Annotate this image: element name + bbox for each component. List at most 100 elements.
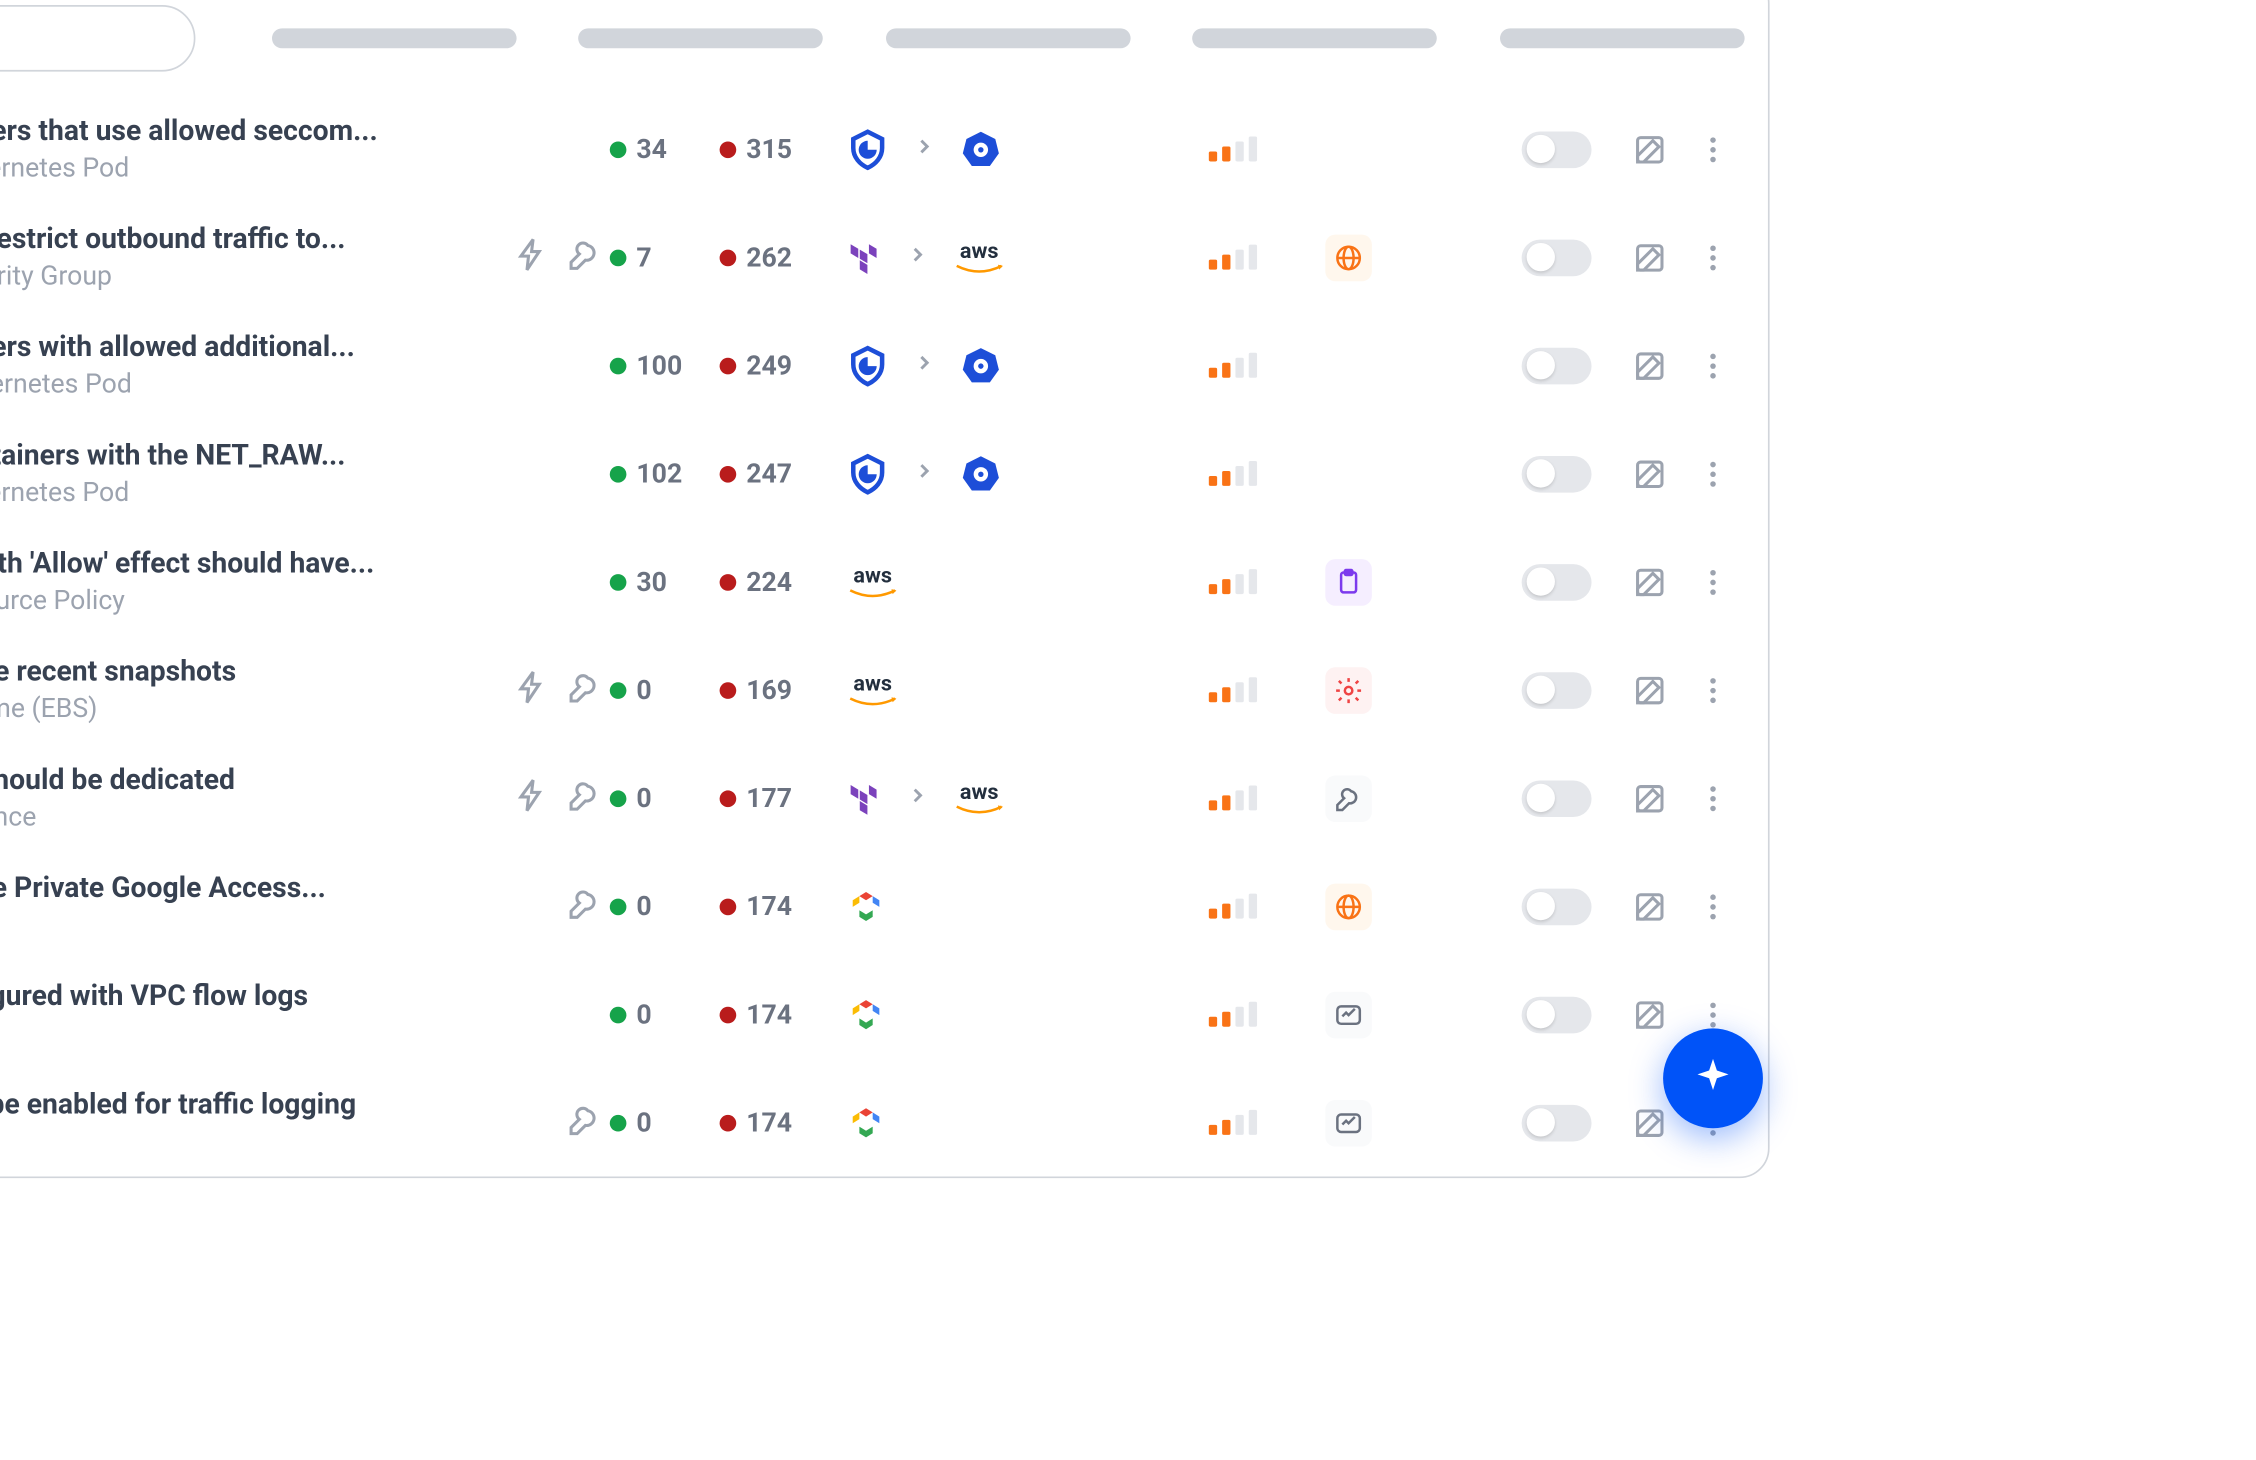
toggle-switch[interactable] [1522, 1104, 1592, 1141]
rules-card: Pod should run containers that use allow… [0, 0, 1770, 1178]
toggle-switch[interactable] [1522, 563, 1592, 600]
more-button[interactable] [1691, 781, 1734, 814]
edit-button[interactable] [1625, 455, 1675, 492]
pass-count: 102 [610, 458, 713, 490]
rule-title: Pod should not run containers with the N… [0, 439, 463, 472]
rule-row[interactable]: IAM Resource Policy with 'Allow' effect … [0, 528, 1768, 636]
severity-indicator [1209, 136, 1309, 161]
fail-count: 249 [720, 349, 840, 381]
pass-count: 30 [610, 566, 713, 598]
rule-text: Subnet should be configured with VPC flo… [0, 980, 463, 1048]
category-icon [1315, 991, 1382, 1038]
rule-row[interactable]: VPC subnet should have Private Google Ac… [0, 852, 1768, 960]
edit-button[interactable] [1625, 996, 1675, 1033]
rule-text: Security Group should restrict outbound … [0, 223, 463, 291]
edit-button[interactable] [1625, 780, 1675, 817]
rule-row[interactable]: Pod should not run containers with the N… [0, 419, 1768, 527]
severity-indicator [1209, 1110, 1309, 1135]
rule-title: IAM Resource Policy with 'Allow' effect … [0, 547, 463, 580]
toggle-switch[interactable] [1522, 996, 1592, 1033]
rule-row[interactable]: EBS volume should have recent snapshotsE… [0, 636, 1768, 744]
search-input[interactable] [0, 5, 196, 72]
rule-title: EC2 instance tenancy should be dedicated [0, 764, 463, 797]
fail-count: 174 [720, 998, 840, 1030]
toggle-switch[interactable] [1522, 239, 1592, 276]
rule-subtitle: Pod-013 - undefined Kubernetes Pod [0, 476, 463, 508]
platform-icons: aws [846, 672, 1079, 707]
toggle-switch[interactable] [1522, 780, 1592, 817]
toggle-switch[interactable] [1522, 131, 1592, 168]
fail-count: 174 [720, 890, 840, 922]
category-icon [1315, 666, 1382, 713]
severity-indicator [1209, 677, 1309, 702]
severity-indicator [1209, 569, 1309, 594]
platform-icons [846, 994, 1079, 1034]
rule-title: VPC Flow Logs should be enabled for traf… [0, 1088, 463, 1121]
rule-subtitle: VPC-011 - GCP Subnet [0, 1125, 463, 1157]
rule-row[interactable]: EC2 instance tenancy should be dedicated… [0, 744, 1768, 852]
rule-row[interactable]: VPC Flow Logs should be enabled for traf… [0, 1068, 1768, 1176]
rule-row[interactable]: Pod should run containers that use allow… [0, 95, 1768, 203]
category-icon [1315, 1099, 1382, 1146]
toggle-switch[interactable] [1522, 671, 1592, 708]
rule-title: Pod should run containers that use allow… [0, 115, 463, 148]
fail-count: 247 [720, 458, 840, 490]
fail-count: 262 [720, 241, 840, 273]
fail-count: 224 [720, 566, 840, 598]
severity-indicator [1209, 353, 1309, 378]
category-icon [1315, 883, 1382, 930]
rule-title: VPC subnet should have Private Google Ac… [0, 872, 463, 905]
rule-text: EC2 instance tenancy should be dedicated… [0, 764, 463, 832]
filter-placeholder[interactable] [272, 28, 516, 48]
pass-count: 100 [610, 349, 713, 381]
platform-icons: aws [846, 780, 1079, 817]
wrench-icon [567, 668, 604, 711]
rule-title: Pod should run containers with allowed a… [0, 331, 463, 364]
rule-title: Subnet should be configured with VPC flo… [0, 980, 463, 1013]
fail-count: 315 [720, 133, 840, 165]
filter-placeholder[interactable] [579, 28, 823, 48]
edit-button[interactable] [1625, 888, 1675, 925]
fail-count: 174 [720, 1107, 840, 1139]
more-button[interactable] [1691, 240, 1734, 273]
rule-subtitle: Pod-016 - undefined Kubernetes Pod [0, 151, 463, 183]
wrench-icon [567, 776, 604, 819]
toggle-switch[interactable] [1522, 455, 1592, 492]
wrench-icon [567, 884, 604, 927]
flag-icons [470, 884, 603, 927]
filter-placeholder[interactable] [886, 28, 1130, 48]
rule-row[interactable]: Security Group should restrict outbound … [0, 203, 1768, 311]
filter-placeholder[interactable] [1193, 28, 1437, 48]
ai-assistant-fab[interactable] [1663, 1028, 1763, 1128]
rule-row[interactable]: Pod should run containers with allowed a… [0, 311, 1768, 419]
more-button[interactable] [1691, 132, 1734, 165]
rule-subtitle: VPC-056 - AWS EC2 Security Group [0, 260, 463, 292]
rule-text: Pod should run containers that use allow… [0, 115, 463, 183]
platform-icons: aws [846, 239, 1079, 276]
platform-icons: aws [846, 564, 1079, 599]
more-button[interactable] [1691, 889, 1734, 922]
more-button[interactable] [1691, 998, 1734, 1031]
toggle-switch[interactable] [1522, 347, 1592, 384]
severity-indicator [1209, 785, 1309, 810]
rule-text: Pod should run containers with allowed a… [0, 331, 463, 399]
more-button[interactable] [1691, 673, 1734, 706]
rule-text: VPC subnet should have Private Google Ac… [0, 872, 463, 940]
edit-button[interactable] [1625, 563, 1675, 600]
more-button[interactable] [1691, 457, 1734, 490]
edit-button[interactable] [1625, 671, 1675, 708]
toggle-switch[interactable] [1522, 888, 1592, 925]
edit-button[interactable] [1625, 347, 1675, 384]
more-button[interactable] [1691, 349, 1734, 382]
edit-button[interactable] [1625, 131, 1675, 168]
platform-icons [846, 886, 1079, 926]
flag-icons [470, 235, 603, 278]
platform-icons [846, 127, 1079, 170]
flag-icons [470, 1101, 603, 1144]
filter-placeholder[interactable] [1500, 28, 1744, 48]
edit-button[interactable] [1625, 239, 1675, 276]
severity-indicator [1209, 461, 1309, 486]
edit-button[interactable] [1625, 1104, 1675, 1141]
rule-row[interactable]: Subnet should be configured with VPC flo… [0, 960, 1768, 1068]
more-button[interactable] [1691, 565, 1734, 598]
